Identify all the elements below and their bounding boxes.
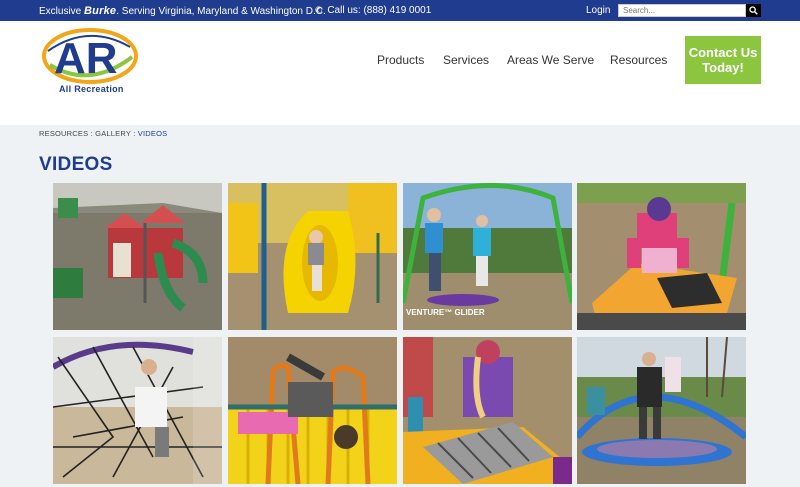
page-title: VIDEOS <box>39 154 113 175</box>
video-thumbnail-1[interactable] <box>53 183 222 330</box>
video-thumbnail-image <box>53 183 222 330</box>
service-area-text: Exclusive Burke. Serving Virginia, Maryl… <box>39 5 326 17</box>
nav-services[interactable]: Services <box>443 53 489 67</box>
logo-letters: AR <box>54 34 118 83</box>
breadcrumb-current: VIDEOS <box>137 129 168 138</box>
main-content: RESOURCES : GALLERY : VIDEOS VIDEOS VENT… <box>0 125 800 487</box>
video-thumbnail-image <box>228 183 397 330</box>
login-link[interactable]: Login <box>586 5 610 16</box>
video-thumbnail-image <box>577 183 746 330</box>
serving-text: . Serving Virginia, Maryland & Washingto… <box>116 6 326 17</box>
breadcrumb-gallery[interactable]: GALLERY <box>95 129 131 138</box>
search-button[interactable] <box>746 4 761 17</box>
video-thumbnail-image <box>228 337 397 484</box>
contact-us-button[interactable]: Contact Us Today! <box>685 36 761 84</box>
video-thumbnail-6[interactable] <box>228 337 397 484</box>
nav-products[interactable]: Products <box>377 53 424 67</box>
video-thumbnail-8[interactable] <box>577 337 746 484</box>
phone-label: Call us: (888) 419 0001 <box>327 5 432 16</box>
exclusive-label: Exclusive <box>39 6 82 17</box>
video-thumbnail-5[interactable] <box>53 337 222 484</box>
video-thumbnail-7[interactable] <box>403 337 572 484</box>
video-thumbnail-image <box>577 337 746 484</box>
burke-brand: Burke <box>84 5 117 17</box>
logo-mark: AR <box>42 28 138 84</box>
search-input[interactable] <box>618 4 746 17</box>
phone-link[interactable]: ✆ Call us: (888) 419 0001 <box>315 5 431 16</box>
video-thumbnail-image: VENTURE™ GLIDER <box>403 183 572 330</box>
top-bar: Exclusive Burke. Serving Virginia, Maryl… <box>0 0 800 21</box>
video-thumbnail-2[interactable] <box>228 183 397 330</box>
cta-line-1: Contact Us <box>688 45 758 60</box>
search-icon <box>749 6 758 15</box>
breadcrumb: RESOURCES : GALLERY : VIDEOS <box>39 129 167 138</box>
breadcrumb-separator: : <box>130 129 138 138</box>
video-caption: VENTURE™ GLIDER <box>406 308 485 317</box>
cta-line-2: Today! <box>702 60 744 75</box>
nav-resources[interactable]: Resources <box>610 53 667 67</box>
video-thumbnail-image <box>403 337 572 484</box>
site-header: AR All Recreation Products Services Area… <box>0 21 800 125</box>
video-thumbnail-3[interactable]: VENTURE™ GLIDER <box>403 183 572 330</box>
video-thumbnail-4[interactable] <box>577 183 746 330</box>
phone-icon: ✆ <box>315 5 323 15</box>
logo-tagline: All Recreation <box>59 84 124 94</box>
breadcrumb-resources[interactable]: RESOURCES <box>39 129 88 138</box>
video-thumbnail-image <box>53 337 222 484</box>
nav-areas-we-serve[interactable]: Areas We Serve <box>507 53 594 67</box>
